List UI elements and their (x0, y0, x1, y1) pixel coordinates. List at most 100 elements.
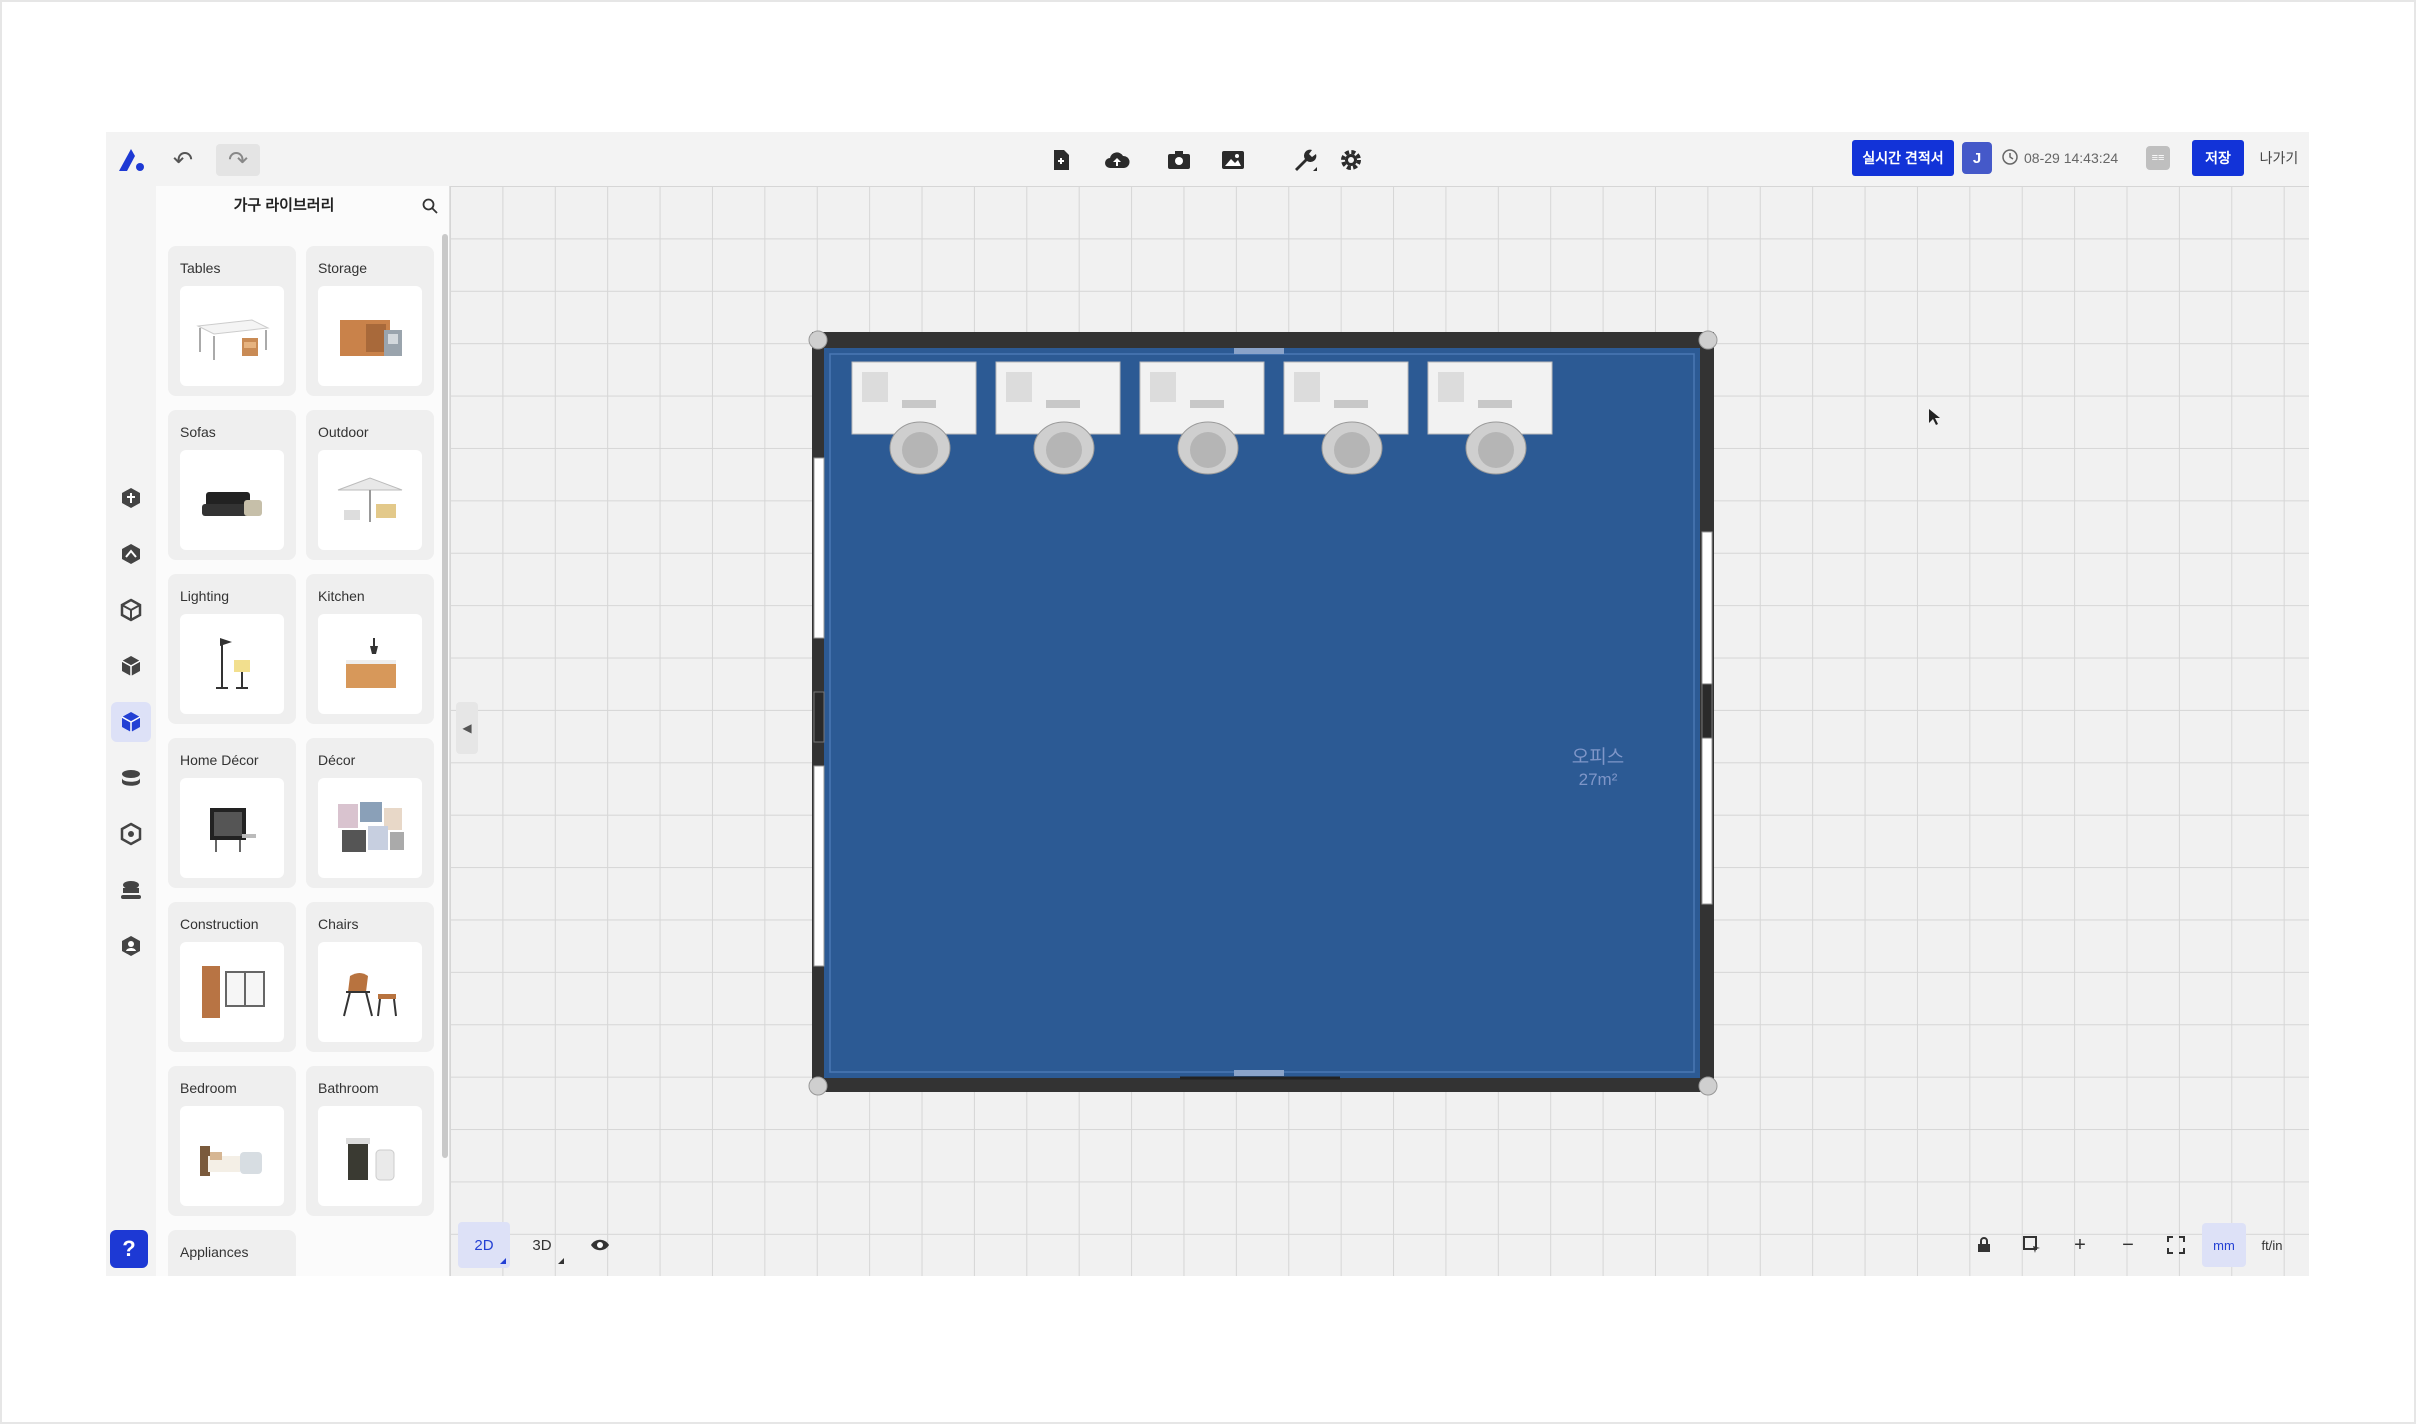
room-drawing (808, 330, 1718, 1096)
left-window-upper[interactable] (813, 457, 825, 639)
category-kitchen[interactable]: Kitchen (306, 574, 434, 724)
category-decor[interactable]: Décor (306, 738, 434, 888)
lock-icon[interactable] (1962, 1223, 2006, 1267)
rail-floor-icon[interactable] (111, 478, 151, 518)
rail-cube-outline-icon[interactable] (111, 814, 151, 854)
floorplan-canvas[interactable]: 오피스 27m² (450, 186, 2309, 1276)
undo-icon[interactable]: ↶ (166, 144, 200, 176)
visibility-eye-icon[interactable] (574, 1222, 626, 1268)
desk-keyboard (1046, 400, 1080, 408)
room-floor[interactable] (824, 348, 1700, 1078)
category-outdoor[interactable]: Outdoor (306, 410, 434, 560)
save-button[interactable]: 저장 (2192, 140, 2244, 176)
desk-chair-seat (1334, 432, 1370, 468)
settings-gear-icon[interactable] (1332, 144, 1370, 176)
category-label: Lighting (180, 588, 230, 604)
desk-monitor (862, 372, 888, 402)
category-label: Kitchen (318, 588, 365, 604)
rail-room-icon[interactable] (111, 534, 151, 574)
category-lighting[interactable]: Lighting (168, 574, 296, 724)
tables-thumbnail-icon (180, 286, 284, 386)
image-icon[interactable] (1214, 144, 1252, 176)
library-scrollbar[interactable] (442, 234, 448, 1158)
desk-monitor (1006, 372, 1032, 402)
storage-thumbnail-icon (318, 286, 422, 386)
new-file-icon[interactable] (1042, 144, 1080, 176)
category-bedroom[interactable]: Bedroom (168, 1066, 296, 1216)
category-label: Bedroom (180, 1080, 237, 1096)
category-sofas[interactable]: Sofas (168, 410, 296, 560)
rail-shield-icon[interactable] (111, 926, 151, 966)
desk-keyboard (1478, 400, 1512, 408)
select-area-icon[interactable] (2010, 1223, 2054, 1267)
unit-mm-button[interactable]: mm (2202, 1223, 2246, 1267)
camera-icon[interactable] (1160, 144, 1198, 176)
exit-button[interactable]: 나가기 (2254, 142, 2304, 174)
category-label: Outdoor (318, 424, 369, 440)
category-home-decor[interactable]: Home Décor (168, 738, 296, 888)
rail-furniture-icon[interactable] (111, 702, 151, 742)
desk-monitor (1438, 372, 1464, 402)
rail-box-icon[interactable] (111, 590, 151, 630)
zoom-out-button[interactable]: − (2106, 1223, 2150, 1267)
view-3d-label: 3D (532, 1236, 552, 1254)
library-title: 가구 라이브러리 (233, 197, 335, 214)
left-window-lower[interactable] (813, 765, 825, 967)
category-tables[interactable]: Tables (168, 246, 296, 396)
lighting-thumbnail-icon (180, 614, 284, 714)
category-storage[interactable]: Storage (306, 246, 434, 396)
cloud-upload-icon[interactable] (1098, 144, 1136, 176)
view-3d-button[interactable]: 3D (516, 1222, 568, 1268)
wrench-icon[interactable] (1286, 144, 1324, 176)
desk-keyboard (902, 400, 936, 408)
desk-monitor (1294, 372, 1320, 402)
category-label: Tables (180, 260, 221, 276)
rail-stack-icon[interactable] (111, 870, 151, 910)
last-saved-time: 08-29 14:43:24 (2002, 142, 2118, 174)
desk-monitor (1150, 372, 1176, 402)
view-2d-button[interactable]: 2D (458, 1222, 510, 1268)
clock-icon (2002, 148, 2018, 168)
fit-screen-icon[interactable] (2154, 1223, 2198, 1267)
mouse-cursor-icon (1928, 408, 1942, 431)
desk-chair-seat (1046, 432, 1082, 468)
desk-chair-seat (902, 432, 938, 468)
collapse-panel-button[interactable]: ◀ (456, 702, 478, 754)
category-label: Home Décor (180, 752, 259, 768)
unit-ftin-button[interactable]: ft/in (2250, 1223, 2294, 1267)
history-button[interactable]: ≡≡ (2146, 146, 2170, 170)
decor-thumbnail-icon (318, 778, 422, 878)
category-label: Décor (318, 752, 356, 768)
category-construction[interactable]: Construction (168, 902, 296, 1052)
home-decor-thumbnail-icon (180, 778, 284, 878)
floorplan-editor-app: ↶ ↷ 실시간 견적서 J 08-29 14:43:24 ≡≡ 저장 나가기 ?… (106, 132, 2309, 1276)
view-2d-label: 2D (474, 1236, 494, 1254)
corner-handle-bottom-right[interactable] (1698, 1076, 1718, 1096)
category-chairs[interactable]: Chairs (306, 902, 434, 1052)
user-avatar[interactable]: J (1962, 142, 1992, 174)
rail-object-icon[interactable] (111, 646, 151, 686)
app-logo-icon[interactable] (114, 142, 150, 178)
help-button[interactable]: ? (110, 1230, 148, 1268)
rail-layers-icon[interactable] (111, 758, 151, 798)
redo-icon[interactable]: ↷ (216, 144, 260, 176)
left-category-rail: ? (106, 186, 156, 1276)
corner-handle-bottom-left[interactable] (808, 1076, 828, 1096)
category-label: Storage (318, 260, 368, 276)
desk-keyboard (1334, 400, 1368, 408)
search-icon[interactable] (418, 194, 442, 218)
category-bathroom[interactable]: Bathroom (306, 1066, 434, 1216)
corner-handle-top-left[interactable] (808, 330, 828, 350)
category-label: Appliances (180, 1244, 249, 1260)
chairs-thumbnail-icon (318, 942, 422, 1042)
bedroom-thumbnail-icon (180, 1106, 284, 1206)
left-wall-marker (813, 691, 825, 743)
top-toolbar: ↶ ↷ 실시간 견적서 J 08-29 14:43:24 ≡≡ 저장 나가기 (106, 132, 2309, 186)
corner-handle-top-right[interactable] (1698, 330, 1718, 350)
category-appliances[interactable]: Appliances (168, 1230, 296, 1276)
construction-thumbnail-icon (180, 942, 284, 1042)
zoom-in-button[interactable]: + (2058, 1223, 2102, 1267)
screenshot-frame: ↶ ↷ 실시간 견적서 J 08-29 14:43:24 ≡≡ 저장 나가기 ?… (0, 0, 2416, 1424)
realtime-quote-button[interactable]: 실시간 견적서 (1852, 140, 1954, 176)
desk-chair-seat (1190, 432, 1226, 468)
